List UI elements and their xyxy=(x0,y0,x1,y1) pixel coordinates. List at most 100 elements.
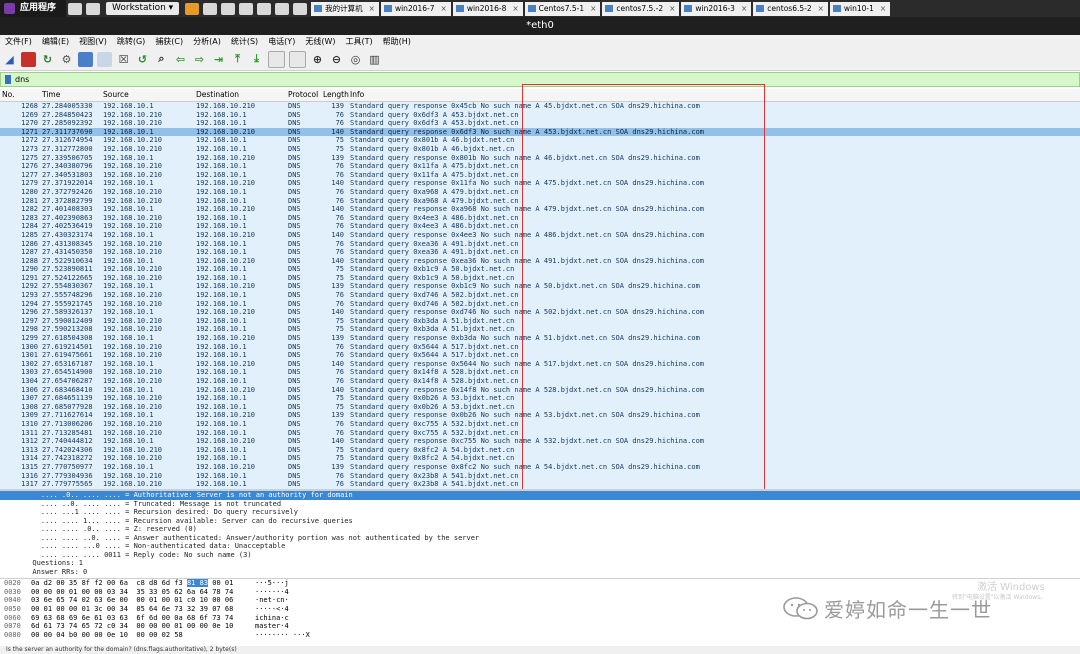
packet-row[interactable]: 1271 27.311737690 192.168.10.1 192.168.10.2… xyxy=(0,127,1080,137)
packet-row[interactable]: 1276 27.340380796 192.168.10.210 192.168.10… xyxy=(0,162,1080,171)
workstation-menu[interactable]: Workstation ▾ xyxy=(106,2,180,15)
autoscroll-icon[interactable] xyxy=(268,50,285,68)
normal-size-icon[interactable]: ◎ xyxy=(348,52,363,67)
vm-tab[interactable]: win2016-3 × xyxy=(681,1,752,16)
packet-row[interactable]: 1280 27.372792426 192.168.10.210 192.168.10… xyxy=(0,187,1080,197)
open-file-icon[interactable] xyxy=(78,51,93,67)
console-icon[interactable] xyxy=(293,2,308,15)
column-destination[interactable]: Destination xyxy=(196,89,239,101)
detail-line[interactable]: Questions: 1 xyxy=(0,559,1080,568)
save-file-icon[interactable] xyxy=(97,51,112,67)
home-icon[interactable] xyxy=(68,2,83,15)
manage-snapshots-icon[interactable] xyxy=(239,2,254,15)
packet-row[interactable]: 1299 27.618504308 192.168.10.1 192.168.10.2… xyxy=(0,334,1080,343)
bytes-hex[interactable]: 0a d2 00 35 8f f2 00 6a c8 d8 6d f3 81 8… xyxy=(31,579,233,588)
bytes-ascii[interactable]: ···5···j xyxy=(255,579,289,588)
go-to-packet-icon[interactable]: ⇥ xyxy=(211,52,226,67)
packet-row[interactable]: 1316 27.779304936 192.168.10.210 192.168.10… xyxy=(0,471,1080,481)
go-forward-icon[interactable]: ⇨ xyxy=(192,52,207,67)
packet-row[interactable]: 1286 27.431308345 192.168.10.210 192.168.10… xyxy=(0,239,1080,249)
packet-row[interactable]: 1273 27.312772800 192.168.10.210 192.168.10… xyxy=(0,144,1080,154)
vm-tab[interactable]: centos7.5.-2 × xyxy=(602,1,680,16)
find-packet-icon[interactable]: ⌕ xyxy=(154,52,169,67)
packet-row[interactable]: 1281 27.372882799 192.168.10.210 192.168.10… xyxy=(0,196,1080,206)
packet-row[interactable]: 1297 27.590012409 192.168.10.210 192.168.10… xyxy=(0,316,1080,326)
last-packet-icon[interactable]: ⤓ xyxy=(249,52,264,67)
packet-row[interactable]: 1307 27.684651139 192.168.10.210 192.168.10… xyxy=(0,394,1080,403)
colorize-icon[interactable] xyxy=(289,50,306,68)
detail-line[interactable]: .... .... ...0 .... = Non-authenticated … xyxy=(0,542,1080,551)
zoom-out-icon[interactable]: ⊖ xyxy=(329,52,344,67)
revert-icon[interactable] xyxy=(221,2,236,15)
packet-row[interactable]: 1293 27.555748296 192.168.10.210 192.168.10… xyxy=(0,291,1080,300)
first-packet-icon[interactable]: ⤒ xyxy=(230,52,245,67)
menu-capture[interactable]: 捕获(C) xyxy=(155,36,183,47)
bytes-hex[interactable]: 69 63 68 69 6e 61 03 63 6f 6d 00 0a 68 6… xyxy=(31,614,233,623)
vm-tab[interactable]: win2016-7 × xyxy=(380,1,451,16)
menu-telephony[interactable]: 电话(Y) xyxy=(268,36,295,47)
packet-row[interactable]: 1294 27.555921745 192.168.10.210 192.168.10… xyxy=(0,299,1080,309)
packet-row[interactable]: 1311 27.713285481 192.168.10.210 192.168.10… xyxy=(0,428,1080,438)
column-length[interactable]: Length xyxy=(323,89,349,101)
bytes-ascii[interactable]: ·······4 xyxy=(255,588,289,597)
menu-view[interactable]: 视图(V) xyxy=(79,36,107,47)
resize-columns-icon[interactable]: ▥ xyxy=(367,52,382,67)
packet-row[interactable]: 1312 27.740444812 192.168.10.1 192.168.10.2… xyxy=(0,437,1080,446)
packet-row[interactable]: 1313 27.742024306 192.168.10.210 192.168.10… xyxy=(0,445,1080,455)
packet-row[interactable]: 1269 27.284850423 192.168.10.210 192.168.10… xyxy=(0,110,1080,120)
close-file-icon[interactable]: ☒ xyxy=(116,52,131,67)
packet-row[interactable]: 1270 27.285092392 192.168.10.210 192.168.10… xyxy=(0,119,1080,128)
go-back-icon[interactable]: ⇦ xyxy=(173,52,188,67)
packet-row[interactable]: 1279 27.371922014 192.168.10.1 192.168.10.2… xyxy=(0,179,1080,188)
column-info[interactable]: Info xyxy=(350,89,364,101)
menu-help[interactable]: 帮助(H) xyxy=(383,36,411,47)
packet-row[interactable]: 1317 27.779775565 192.168.10.210 192.168.10… xyxy=(0,480,1080,489)
packet-row[interactable]: 1291 27.524122665 192.168.10.210 192.168.10… xyxy=(0,273,1080,283)
packet-row[interactable]: 1310 27.713006206 192.168.10.210 192.168.10… xyxy=(0,419,1080,429)
packet-details-pane[interactable]: .... .0.. .... .... = Authoritative: Ser… xyxy=(0,491,1080,577)
menu-tools[interactable]: 工具(T) xyxy=(345,36,372,47)
detail-line[interactable]: .... .... .... 0011 = Reply code: No suc… xyxy=(0,551,1080,560)
packet-row[interactable]: 1303 27.654514900 192.168.10.210 192.168.10… xyxy=(0,368,1080,377)
bookmark-icon[interactable] xyxy=(5,75,11,84)
display-filter-input[interactable]: dns xyxy=(15,75,29,84)
menu-analyze[interactable]: 分析(A) xyxy=(193,36,221,47)
detail-line[interactable]: .... ..0. .... .... = Truncated: Message… xyxy=(0,500,1080,509)
detail-line[interactable]: .... .... .0.. .... = Z: reserved (0) xyxy=(0,525,1080,534)
bytes-hex[interactable]: 00 01 00 00 01 3c 00 34 05 64 6e 73 32 3… xyxy=(31,605,233,614)
packet-row[interactable]: 1309 27.711627614 192.168.10.1 192.168.10.2… xyxy=(0,411,1080,420)
detail-line[interactable]: Answer RRs: 0 xyxy=(0,568,1080,577)
packet-row[interactable]: 1268 27.284005330 192.168.10.1 192.168.10.2… xyxy=(0,102,1080,111)
packet-row[interactable]: 1314 27.742318272 192.168.10.210 192.168.10… xyxy=(0,454,1080,463)
vm-tab[interactable]: win10-1 × xyxy=(829,1,891,16)
column-time[interactable]: Time xyxy=(42,89,60,101)
packet-row[interactable]: 1272 27.312674954 192.168.10.210 192.168.10… xyxy=(0,136,1080,145)
start-capture-icon[interactable]: ◢ xyxy=(2,52,17,67)
packet-row[interactable]: 1288 27.522910634 192.168.10.1 192.168.10.2… xyxy=(0,256,1080,266)
menu-edit[interactable]: 编辑(E) xyxy=(42,36,69,47)
packet-row[interactable]: 1298 27.590213208 192.168.10.210 192.168.10… xyxy=(0,325,1080,335)
snapshot-icon[interactable] xyxy=(203,2,218,15)
fullscreen-icon[interactable] xyxy=(257,2,272,15)
packet-row[interactable]: 1300 27.619214501 192.168.10.210 192.168.10… xyxy=(0,342,1080,352)
unity-icon[interactable] xyxy=(275,2,290,15)
vm-tab[interactable]: centos6.5-2 × xyxy=(753,1,828,16)
detail-line[interactable]: .... .... 1... .... = Recursion availabl… xyxy=(0,517,1080,526)
packet-row[interactable]: 1315 27.770750977 192.168.10.1 192.168.10.2… xyxy=(0,462,1080,472)
packet-row[interactable]: 1290 27.523890811 192.168.10.210 192.168.10… xyxy=(0,265,1080,274)
packet-row[interactable]: 1308 27.685077928 192.168.10.210 192.168.10… xyxy=(0,402,1080,412)
pause-icon[interactable] xyxy=(185,2,200,15)
packet-row[interactable]: 1306 27.683468410 192.168.10.1 192.168.10.2… xyxy=(0,385,1080,395)
reload-icon[interactable]: ↺ xyxy=(135,52,150,67)
display-filter-bar[interactable]: dns xyxy=(0,72,1080,87)
packet-row[interactable]: 1282 27.401408303 192.168.10.1 192.168.10.2… xyxy=(0,205,1080,214)
packet-row[interactable]: 1302 27.653167187 192.168.10.1 192.168.10.2… xyxy=(0,359,1080,369)
packet-row[interactable]: 1277 27.340531803 192.168.10.210 192.168.10… xyxy=(0,170,1080,180)
vm-icon[interactable] xyxy=(86,2,101,15)
packet-row[interactable]: 1304 27.654706287 192.168.10.210 192.168.10… xyxy=(0,377,1080,386)
detail-line[interactable]: .... ...1 .... .... = Recursion desired:… xyxy=(0,508,1080,517)
menu-wireless[interactable]: 无线(W) xyxy=(305,36,335,47)
column-protocol[interactable]: Protocol xyxy=(288,89,318,101)
restart-capture-icon[interactable]: ↻ xyxy=(40,52,55,67)
detail-line[interactable]: .... .... ..0. .... = Answer authenticat… xyxy=(0,534,1080,543)
